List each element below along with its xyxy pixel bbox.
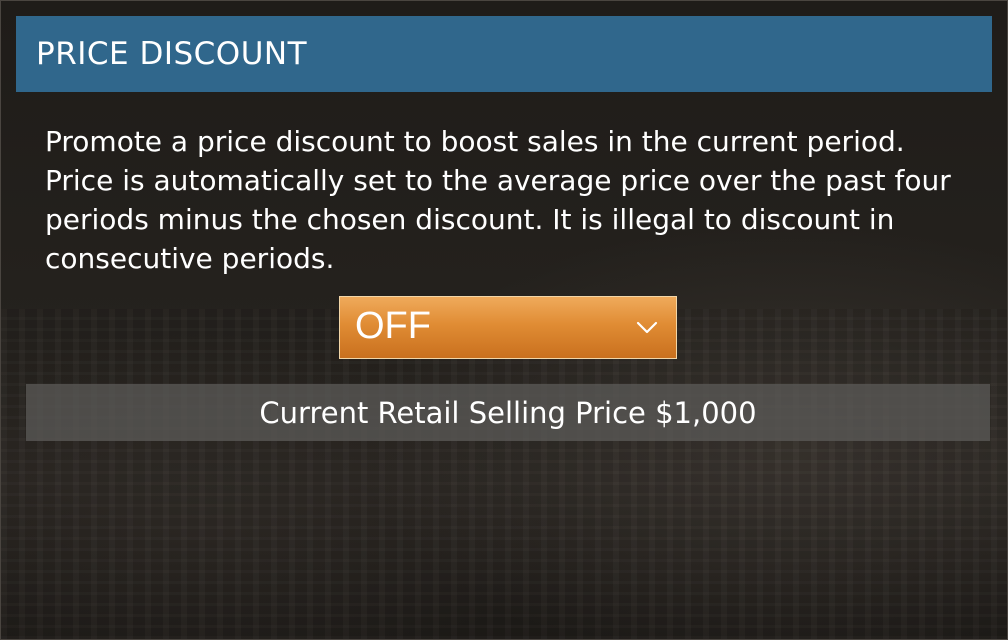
discount-dropdown[interactable]: OFF bbox=[339, 296, 677, 359]
panel-title: PRICE DISCOUNT bbox=[36, 36, 308, 72]
current-price-text: Current Retail Selling Price $1,000 bbox=[259, 395, 757, 430]
panel-header: PRICE DISCOUNT bbox=[16, 16, 992, 92]
chevron-down-icon bbox=[636, 321, 658, 334]
discount-description: Promote a price discount to boost sales … bbox=[45, 125, 951, 275]
discount-selected-value: OFF bbox=[355, 305, 431, 347]
current-price-bar: Current Retail Selling Price $1,000 bbox=[26, 384, 990, 441]
price-discount-panel: PRICE DISCOUNT Promote a price discount … bbox=[0, 0, 1008, 640]
